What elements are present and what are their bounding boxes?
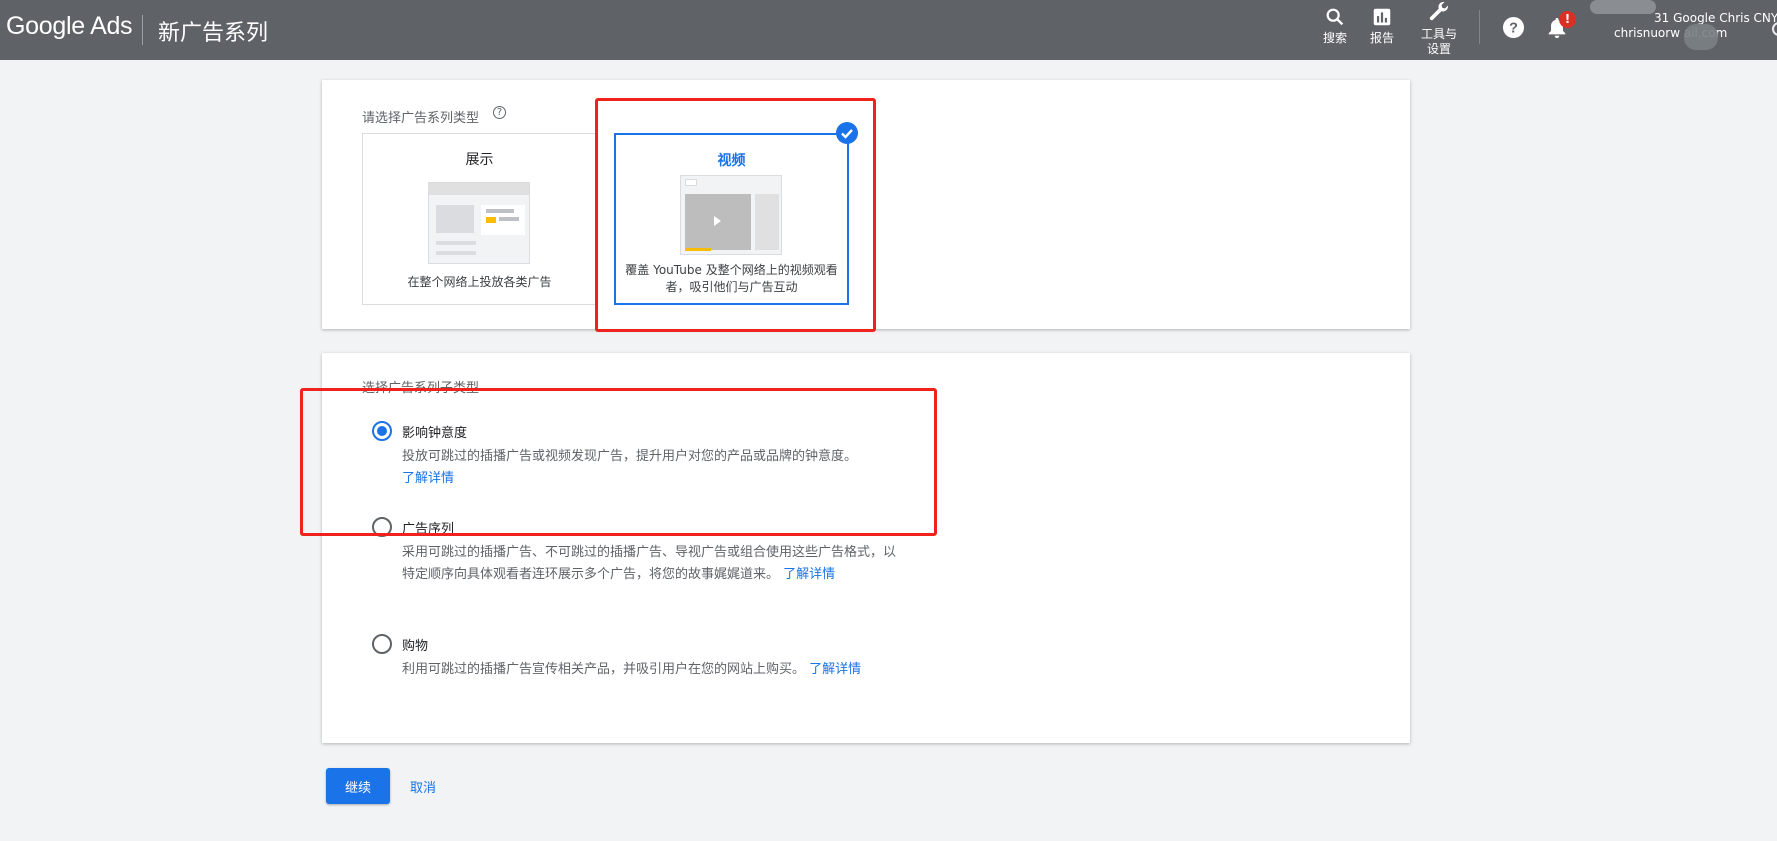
brand-divider — [142, 15, 143, 45]
tools-settings-button[interactable]: 工具与 设置 — [1421, 0, 1457, 57]
top-app-bar: Google Ads 新广告系列 搜索 报告 工具与 设置 ? ! 31 Goo… — [0, 0, 1777, 60]
notification-badge: ! — [1559, 11, 1576, 28]
reports-tool-button[interactable]: 报告 — [1370, 6, 1394, 46]
help-circle-icon[interactable]: ? — [493, 106, 506, 119]
tools-label-line1: 工具与 — [1421, 27, 1458, 41]
campaign-type-display-tile[interactable]: 展示 在整个网络上投放各类广告 — [362, 133, 597, 305]
annotation-box-subtype — [300, 388, 937, 536]
avatar[interactable] — [1684, 24, 1718, 50]
display-tile-description: 在整个网络上投放各类广告 — [407, 275, 552, 289]
header-separator — [1479, 10, 1480, 44]
tools-label-line2: 设置 — [1427, 42, 1452, 56]
option-shopping-title: 购物 — [402, 639, 429, 654]
reports-icon — [1373, 8, 1391, 26]
wrench-icon — [1429, 1, 1448, 21]
option-shopping-description: 利用可跳过的插播广告宣传相关产品，并吸引用户在您的网站上购买。 了解详情 — [402, 659, 922, 681]
svg-text:?: ? — [1509, 20, 1518, 36]
learn-more-link-3[interactable]: 了解详情 — [809, 662, 861, 677]
continue-button[interactable]: 继续 — [326, 768, 390, 804]
radio-shopping[interactable] — [372, 634, 392, 654]
reports-tool-label: 报告 — [1370, 31, 1395, 45]
help-button[interactable]: ? — [1502, 16, 1525, 43]
page-title: 新广告系列 — [158, 21, 269, 46]
search-tool-button[interactable]: 搜索 — [1323, 6, 1347, 46]
option-ad-sequence-description: 采用可跳过的插播广告、不可跳过的插播广告、导视广告或组合使用这些广告格式，以特定… — [402, 542, 907, 586]
cancel-button[interactable]: 取消 — [410, 777, 436, 796]
search-icon — [1326, 8, 1344, 26]
display-tile-title: 展示 — [465, 152, 494, 168]
annotation-box-video — [595, 98, 876, 332]
search-tool-label: 搜索 — [1323, 31, 1348, 45]
display-illustration — [428, 182, 530, 264]
learn-more-link-2[interactable]: 了解详情 — [783, 567, 835, 582]
google-ads-logo[interactable]: Google Ads — [6, 12, 133, 41]
help-icon: ? — [1502, 16, 1525, 39]
option-3-desc-text: 利用可跳过的插播广告宣传相关产品，并吸引用户在您的网站上购买。 — [402, 662, 806, 677]
campaign-type-label: 请选择广告系列类型 — [362, 111, 480, 126]
